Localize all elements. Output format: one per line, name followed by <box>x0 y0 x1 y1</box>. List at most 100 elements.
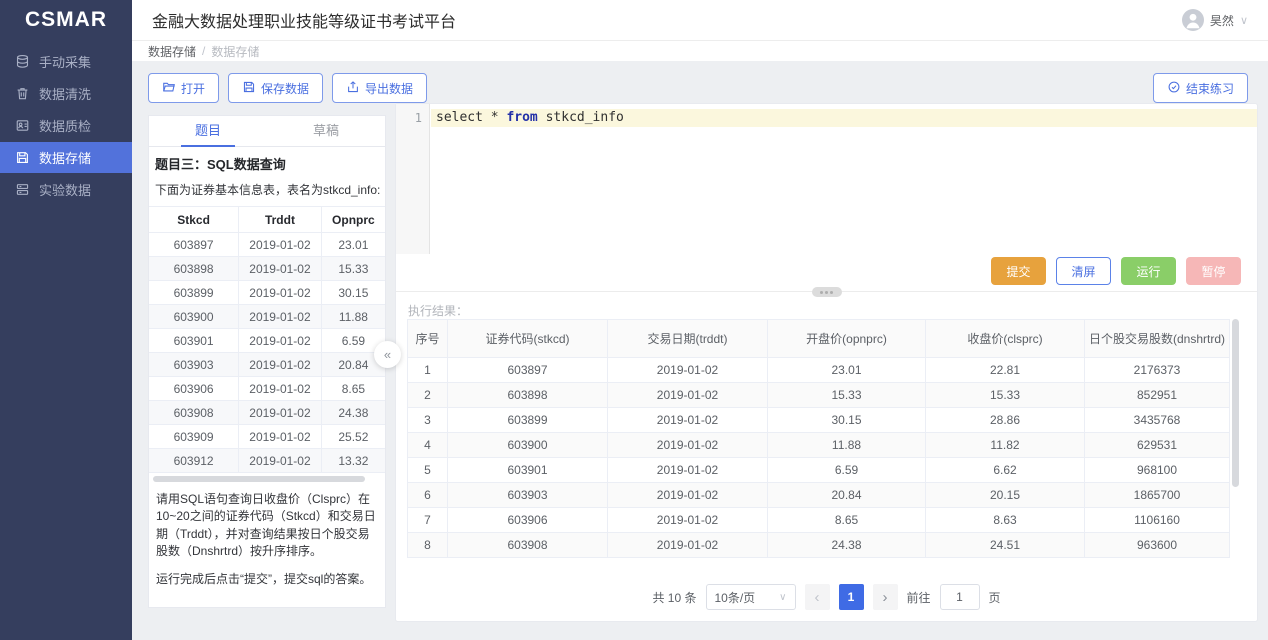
user-menu[interactable]: 昊然 ∨ <box>1182 9 1248 31</box>
pause-button[interactable]: 暂停 <box>1186 257 1241 285</box>
finish-practice-label: 结束练习 <box>1186 80 1234 97</box>
table-cell: 8 <box>408 533 448 558</box>
sidebar-item-experiment-data[interactable]: 实验数据 <box>0 174 132 205</box>
table-cell: 603906 <box>149 377 239 401</box>
table-cell: 603898 <box>448 383 608 408</box>
tab-draft[interactable]: 草稿 <box>267 116 385 146</box>
table-cell: 13.32 <box>321 449 385 473</box>
table-header-cell: 开盘价(opnprc) <box>768 320 926 358</box>
table-cell: 603903 <box>149 353 239 377</box>
table-header-cell: Opnprc <box>321 207 385 233</box>
chevron-down-icon: ∨ <box>1240 14 1248 27</box>
vertical-scrollbar-thumb[interactable] <box>1232 319 1239 487</box>
app-window: CSMAR 手动采集 数据清洗 数据质检 <box>0 0 1268 640</box>
table-cell: 603908 <box>448 533 608 558</box>
sidebar-item-label: 实验数据 <box>39 180 91 199</box>
user-name: 昊然 <box>1210 12 1234 29</box>
export-data-button[interactable]: 导出数据 <box>332 73 427 103</box>
save-icon <box>242 80 256 97</box>
clear-screen-button[interactable]: 清屏 <box>1056 257 1111 285</box>
sidebar-item-manual-collect[interactable]: 手动采集 <box>0 46 132 77</box>
export-data-button-label: 导出数据 <box>365 80 413 97</box>
code-keyword: from <box>506 110 537 125</box>
table-row: 6039012019-01-026.59 <box>149 329 385 353</box>
breadcrumb: 数据存储 / 数据存储 <box>132 41 1268 61</box>
goto-page-input[interactable] <box>940 584 980 610</box>
sql-editor[interactable]: 1 select * from stkcd_info <box>396 104 1257 254</box>
save-data-button[interactable]: 保存数据 <box>228 73 323 103</box>
panel-splitter <box>396 291 1257 292</box>
sidebar-item-data-qc[interactable]: 数据质检 <box>0 110 132 141</box>
sidebar-item-label: 数据清洗 <box>39 84 91 103</box>
goto-label: 前往 <box>907 589 931 606</box>
chevron-right-icon: › <box>883 589 888 606</box>
sql-code-line[interactable]: select * from stkcd_info <box>431 109 1257 127</box>
result-table: 序号证券代码(stkcd)交易日期(trddt)开盘价(opnprc)收盘价(c… <box>407 319 1230 558</box>
table-cell: 2019-01-02 <box>608 383 768 408</box>
next-page-button[interactable]: › <box>873 584 898 610</box>
table-cell: 2019-01-02 <box>239 329 322 353</box>
table-row: 6038982019-01-0215.33 <box>149 257 385 281</box>
table-row: 6039032019-01-0220.84 <box>149 353 385 377</box>
question-title: 题目三：SQL数据查询 <box>149 147 385 176</box>
table-cell: 963600 <box>1085 533 1230 558</box>
table-cell: 11.88 <box>321 305 385 329</box>
page-size-value: 10条/页 <box>715 589 756 606</box>
table-row: 6039002019-01-0211.88 <box>149 305 385 329</box>
page-size-select[interactable]: 10条/页 ∨ <box>706 584 796 610</box>
table-cell: 25.52 <box>321 425 385 449</box>
finish-practice-button[interactable]: 结束练习 <box>1153 73 1248 103</box>
sidebar-item-data-clean[interactable]: 数据清洗 <box>0 78 132 109</box>
table-header-cell: 收盘价(clsprc) <box>926 320 1085 358</box>
horizontal-scrollbar-thumb[interactable] <box>153 476 365 482</box>
editor-gutter: 1 <box>396 104 430 254</box>
splitter-drag-handle[interactable] <box>812 287 842 297</box>
table-cell: 2176373 <box>1085 358 1230 383</box>
table-cell: 603900 <box>448 433 608 458</box>
table-cell: 2019-01-02 <box>608 483 768 508</box>
table-cell: 2019-01-02 <box>608 458 768 483</box>
table-row: 6039082019-01-0224.38 <box>149 401 385 425</box>
table-cell: 603906 <box>448 508 608 533</box>
table-cell: 2019-01-02 <box>239 401 322 425</box>
collapse-panel-handle[interactable]: « <box>374 341 401 368</box>
table-cell: 6.62 <box>926 458 1085 483</box>
table-cell: 629531 <box>1085 433 1230 458</box>
table-cell: 11.82 <box>926 433 1085 458</box>
table-cell: 603897 <box>448 358 608 383</box>
chevrons-left-icon: « <box>384 347 391 362</box>
open-button[interactable]: 打开 <box>148 73 219 103</box>
table-cell: 2019-01-02 <box>239 305 322 329</box>
table-row: 56039012019-01-026.596.62968100 <box>408 458 1230 483</box>
table-cell: 1 <box>408 358 448 383</box>
table-cell: 1106160 <box>1085 508 1230 533</box>
action-buttons: 提交 清屏 运行 暂停 <box>991 257 1241 285</box>
tab-question[interactable]: 题目 <box>149 116 267 146</box>
id-card-icon <box>15 118 30 133</box>
table-cell: 2019-01-02 <box>608 408 768 433</box>
page-number-button[interactable]: 1 <box>839 584 864 610</box>
page-unit-label: 页 <box>989 589 1001 606</box>
breadcrumb-parent[interactable]: 数据存储 <box>148 43 196 60</box>
horizontal-scrollbar <box>153 476 381 483</box>
table-cell: 7 <box>408 508 448 533</box>
submit-button[interactable]: 提交 <box>991 257 1046 285</box>
run-button[interactable]: 运行 <box>1121 257 1176 285</box>
table-header-cell: 交易日期(trddt) <box>608 320 768 358</box>
file-toolbar: 打开 保存数据 导出数据 <box>148 73 427 103</box>
table-cell: 603899 <box>149 281 239 305</box>
table-cell: 15.33 <box>768 383 926 408</box>
sidebar-item-data-storage[interactable]: 数据存储 <box>0 142 132 173</box>
table-cell: 11.88 <box>768 433 926 458</box>
table-cell: 24.38 <box>768 533 926 558</box>
table-cell: 23.01 <box>768 358 926 383</box>
table-row: 26038982019-01-0215.3315.33852951 <box>408 383 1230 408</box>
open-button-label: 打开 <box>181 80 205 97</box>
prev-page-button[interactable]: ‹ <box>805 584 830 610</box>
total-count: 共 10 条 <box>652 589 696 606</box>
table-cell: 2019-01-02 <box>239 281 322 305</box>
table-cell: 24.51 <box>926 533 1085 558</box>
sidebar-nav: 手动采集 数据清洗 数据质检 数据存储 <box>0 40 132 205</box>
sidebar-item-label: 数据质检 <box>39 116 91 135</box>
table-cell: 6.59 <box>768 458 926 483</box>
